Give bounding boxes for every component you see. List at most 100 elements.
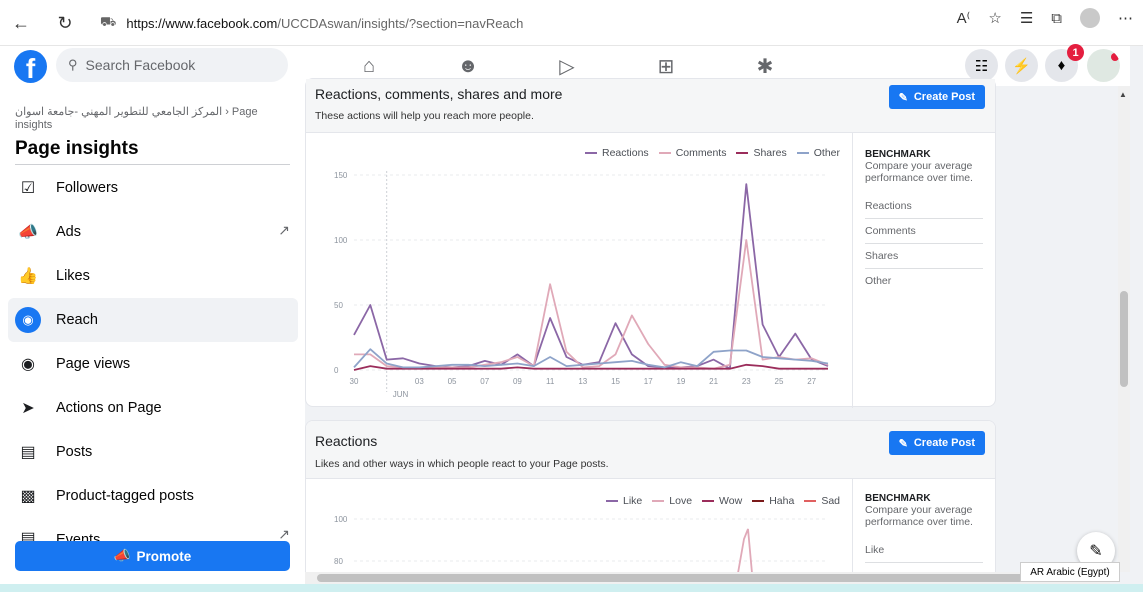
scrollbar-thumb[interactable] xyxy=(317,574,1097,582)
card-header: Reactions, comments, shares and more The… xyxy=(306,79,995,133)
sidebar-item-label: Reach xyxy=(56,312,98,328)
create-post-button[interactable]: ✎ Create Post xyxy=(888,431,985,455)
sidebar-item-product-tagged-posts[interactable]: ▩ Product-tagged posts xyxy=(8,474,298,518)
create-post-label: Create Post xyxy=(913,437,975,449)
x-tick-label: 27 xyxy=(807,377,816,386)
watch-icon[interactable]: ▷ xyxy=(554,54,580,78)
horizontal-scrollbar[interactable] xyxy=(305,572,1110,584)
browser-actions: A⁽ ☆ ☰ ⧉ ⋯ xyxy=(957,8,1133,28)
x-tick-label: 30 xyxy=(350,377,359,386)
sidebar-item-ads[interactable]: 📣 Ads ↗ xyxy=(8,210,298,254)
vertical-scrollbar[interactable] xyxy=(1118,86,1130,572)
y-tick-label: 150 xyxy=(334,171,348,180)
x-tick-label: 09 xyxy=(513,377,522,386)
eye-icon: ◉ xyxy=(21,356,35,373)
series-line-reactions xyxy=(353,183,829,370)
promote-button[interactable]: 📣 Promote xyxy=(15,541,290,571)
marketplace-icon[interactable]: ⊞ xyxy=(653,54,679,78)
reach-icon: ◉ xyxy=(15,307,41,333)
x-tick-label: 11 xyxy=(546,377,555,386)
benchmark-item[interactable]: Other xyxy=(865,269,983,293)
scroll-up-icon[interactable]: ▲ xyxy=(1119,90,1127,99)
notifications-icon[interactable]: ♦ 1 xyxy=(1045,44,1084,82)
line-chart: 0 50 100 150 30 03 05 07 09 11 13 15 17 19 21 23 25 27 JUN xyxy=(334,171,829,399)
benchmark-item[interactable]: Comments xyxy=(865,219,983,244)
breadcrumb[interactable]: المركز الجامعي للتطوير المهني -جامعة اسو… xyxy=(15,106,285,132)
sidebar-item-followers[interactable]: ☑ Followers xyxy=(8,166,298,210)
x-tick-label: 03 xyxy=(415,377,424,386)
x-tick-label: 07 xyxy=(480,377,489,386)
sidebar-item-posts[interactable]: ▤ Posts xyxy=(8,430,298,474)
benchmark-title: BENCHMARK xyxy=(865,149,931,160)
search-input[interactable]: ⚲ Search Facebook xyxy=(56,48,288,82)
more-icon[interactable]: ⋯ xyxy=(1118,9,1133,27)
x-tick-label: 19 xyxy=(676,377,685,386)
y-tick-label: 50 xyxy=(334,301,343,310)
benchmark-item[interactable]: Reactions xyxy=(865,194,983,219)
create-post-button[interactable]: ✎ Create Post xyxy=(888,85,985,109)
megaphone-icon: 📣 xyxy=(18,224,38,241)
benchmark-panel: BENCHMARK Compare your average performan… xyxy=(852,479,995,572)
promote-label: Promote xyxy=(136,548,192,564)
tag-icon: ▩ xyxy=(20,488,36,505)
sidebar-item-label: Posts xyxy=(56,444,93,460)
card-title: Reactions, comments, shares and more xyxy=(315,86,563,102)
month-label: JUN xyxy=(393,390,409,399)
sidebar-item-label: Actions on Page xyxy=(56,400,162,416)
reach-chart: Reactions Comments Shares Other 0 50 100 15… xyxy=(306,133,854,408)
url-host: https://www.facebook.com xyxy=(126,15,278,31)
sidebar-item-label: Followers xyxy=(56,180,119,196)
facebook-logo-icon[interactable]: f xyxy=(14,50,47,83)
y-tick-label: 100 xyxy=(334,236,348,245)
x-tick-label: 15 xyxy=(611,377,620,386)
cursor-icon: ➤ xyxy=(21,400,35,417)
y-tick-label: 100 xyxy=(334,515,348,524)
sidebar-item-actions-on-page[interactable]: ➤ Actions on Page xyxy=(8,386,298,430)
reactions-chart: Like Love Wow Haha Sad 80 100 xyxy=(306,479,854,572)
address-bar[interactable]: ⛟ https://www.facebook.com/UCCDAswan/ins… xyxy=(100,9,920,37)
messenger-icon[interactable]: ⚡ xyxy=(1005,49,1038,82)
sidebar-item-label: Ads xyxy=(56,224,81,240)
favorite-icon[interactable]: ☆ xyxy=(988,9,1001,27)
sidebar-item-page-views[interactable]: ◉ Page views xyxy=(8,342,298,386)
back-arrow-icon[interactable]: ← xyxy=(4,8,38,38)
read-aloud-icon[interactable]: A⁽ xyxy=(957,9,971,27)
home-icon[interactable]: ⌂ xyxy=(356,54,382,78)
favorites-list-icon[interactable]: ☰ xyxy=(1020,9,1033,27)
megaphone-icon: 📣 xyxy=(113,548,131,563)
card-title: Reactions xyxy=(315,433,378,449)
refresh-icon[interactable]: ↻ xyxy=(48,8,82,38)
external-link-icon[interactable]: ↗ xyxy=(278,222,290,239)
benchmark-item[interactable]: Shares xyxy=(865,244,983,269)
create-post-label: Create Post xyxy=(913,91,975,103)
groups-icon[interactable]: ✱ xyxy=(752,54,778,78)
card-description: These actions will help you reach more p… xyxy=(315,110,534,122)
benchmark-title: BENCHMARK xyxy=(865,493,931,504)
url-path: /UCCDAswan/insights/?section=navReach xyxy=(277,15,524,31)
benchmark-panel: BENCHMARK Compare your average performan… xyxy=(852,133,995,408)
benchmark-description: Compare your average performance over ti… xyxy=(865,504,973,528)
avatar[interactable] xyxy=(1087,49,1120,82)
taskbar-strip xyxy=(0,584,1143,592)
benchmark-item[interactable]: Like xyxy=(865,538,983,563)
y-tick-label: 80 xyxy=(334,557,343,566)
scrollbar-thumb[interactable] xyxy=(1120,291,1128,387)
insights-nav: ☑ Followers 📣 Ads ↗ 👍 Likes ◉ Reach ◉ Pa… xyxy=(8,166,298,548)
lock-icon: ⛟ xyxy=(100,14,117,29)
thumbs-up-icon: 👍 xyxy=(18,268,38,285)
series-line-love xyxy=(737,528,753,572)
benchmark-description: Compare your average performance over ti… xyxy=(865,160,973,184)
language-indicator[interactable]: AR Arabic (Egypt) xyxy=(1020,562,1120,582)
reach-actions-card: Reactions, comments, shares and more The… xyxy=(305,78,996,408)
sidebar-item-likes[interactable]: 👍 Likes xyxy=(8,254,298,298)
sidebar-item-label: Product-tagged posts xyxy=(56,488,194,504)
status-dot xyxy=(1111,53,1119,61)
browser-profile-icon[interactable] xyxy=(1080,8,1100,28)
friends-icon[interactable]: ☻ xyxy=(455,54,481,78)
insights-sidebar: المركز الجامعي للتطوير المهني -جامعة اسو… xyxy=(0,86,305,592)
sidebar-item-reach[interactable]: ◉ Reach xyxy=(8,298,298,342)
collections-icon[interactable]: ⧉ xyxy=(1051,10,1062,27)
followers-icon: ☑ xyxy=(20,180,36,197)
browser-toolbar: ← ↻ ⛟ https://www.facebook.com/UCCDAswan… xyxy=(0,0,1143,46)
page-title: Page insights xyxy=(15,138,139,159)
